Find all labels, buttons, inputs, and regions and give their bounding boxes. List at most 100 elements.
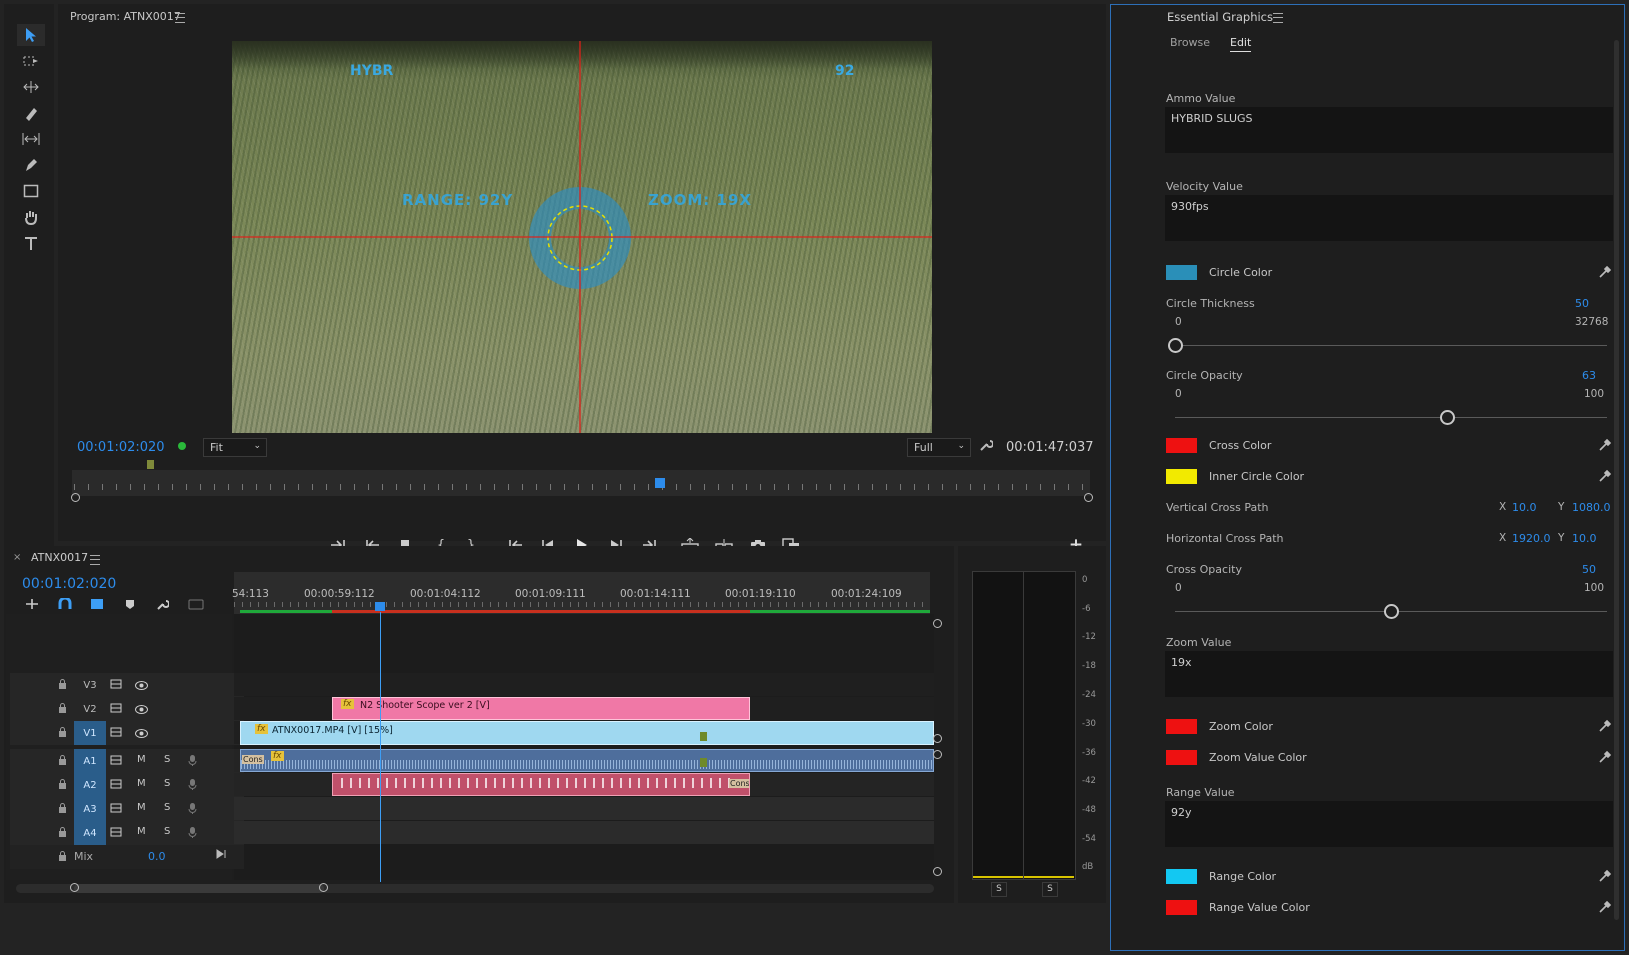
circle-opacity-slider-track[interactable]	[1175, 417, 1607, 418]
eyedropper-icon[interactable]	[1598, 750, 1612, 764]
track-label[interactable]: A2	[74, 773, 106, 797]
zoom-value-field[interactable]: 19x	[1165, 651, 1613, 697]
clip-v2-graphic[interactable]: fx N2 Shooter Scope ver 2 [V]	[332, 697, 750, 720]
timeline-ruler[interactable]: 54:113 00:00:59:112 00:01:04:112 00:01:0…	[232, 572, 930, 614]
wrench-icon[interactable]	[979, 438, 994, 455]
cross-color-swatch[interactable]	[1166, 438, 1197, 453]
meter-solo-left-button[interactable]: S	[991, 882, 1007, 897]
microphone-icon[interactable]	[188, 754, 197, 770]
velocity-value-field[interactable]: 930fps	[1165, 195, 1613, 241]
clip-a1-audio[interactable]: Cons fx	[240, 749, 934, 772]
toggle-sync-icon[interactable]	[110, 679, 122, 692]
clip-a2-audio[interactable]: Cons	[332, 773, 750, 796]
mix-value[interactable]: 0.0	[148, 850, 166, 863]
quality-dropdown[interactable]: Full ⌄	[907, 438, 971, 457]
transition-tag[interactable]: Cons	[242, 755, 264, 764]
lock-icon[interactable]	[58, 727, 67, 740]
ruler-playhead[interactable]	[375, 602, 385, 611]
program-scrubber[interactable]	[72, 470, 1090, 496]
program-current-timecode[interactable]: 00:01:02:020	[77, 440, 165, 455]
clip-v1-video[interactable]: fx ATNX0017.MP4 [V] [15%]	[240, 721, 934, 745]
go-to-end-icon[interactable]	[216, 849, 228, 862]
type-tool-icon[interactable]	[17, 232, 45, 254]
ammo-value-field[interactable]: HYBRID SLUGS	[1165, 107, 1613, 153]
mute-button[interactable]: M	[137, 754, 146, 765]
insert-sequence-icon[interactable]	[25, 598, 39, 613]
linked-selection-icon[interactable]	[90, 598, 104, 613]
lock-icon[interactable]	[58, 779, 67, 792]
lock-icon[interactable]	[58, 679, 67, 692]
vertical-scroll-handle-bottom[interactable]	[933, 867, 942, 876]
track-label[interactable]: V2	[74, 697, 106, 721]
vertical-cross-y-value[interactable]: 1080.0	[1572, 501, 1611, 514]
program-video-frame[interactable]: HYBR 92 RANGE: 92Y ZOOM: 19X	[232, 41, 932, 433]
timeline-playhead-line[interactable]	[380, 612, 381, 882]
clip-marker[interactable]	[700, 732, 707, 741]
solo-button[interactable]: S	[164, 826, 170, 837]
toggle-sync-icon[interactable]	[110, 755, 122, 768]
scrubber-playhead[interactable]	[655, 478, 665, 488]
eyedropper-icon[interactable]	[1598, 469, 1612, 483]
vertical-cross-x-value[interactable]: 10.0	[1512, 501, 1537, 514]
vertical-scroll-handle-mid[interactable]	[933, 734, 942, 743]
toggle-sync-icon[interactable]	[110, 803, 122, 816]
tab-edit[interactable]: Edit	[1230, 36, 1252, 52]
program-menu-icon[interactable]	[175, 13, 185, 23]
zoom-handle-left[interactable]	[71, 493, 80, 502]
eyedropper-icon[interactable]	[1598, 900, 1612, 914]
timeline-settings-wrench-icon[interactable]	[156, 598, 170, 614]
snap-magnet-icon[interactable]	[58, 596, 72, 613]
pen-tool-icon[interactable]	[17, 154, 45, 176]
track-select-tool-icon[interactable]	[17, 50, 45, 72]
circle-thickness-value[interactable]: 50	[1575, 297, 1589, 310]
toggle-sync-icon[interactable]	[110, 703, 122, 716]
eg-menu-icon[interactable]	[1273, 13, 1283, 23]
in-marker[interactable]	[147, 460, 154, 469]
eye-icon[interactable]	[135, 680, 148, 693]
slip-tool-icon[interactable]	[17, 128, 45, 150]
range-color-swatch[interactable]	[1166, 869, 1197, 884]
scroll-handle-left[interactable]	[70, 883, 79, 892]
lock-icon[interactable]	[58, 803, 67, 816]
range-value-color-swatch[interactable]	[1166, 900, 1197, 915]
close-icon[interactable]: ×	[13, 552, 21, 563]
horizontal-scroll-thumb[interactable]	[74, 884, 324, 893]
circle-opacity-value[interactable]: 63	[1582, 369, 1596, 382]
lock-icon[interactable]	[58, 755, 67, 768]
mute-button[interactable]: M	[137, 778, 146, 789]
microphone-icon[interactable]	[188, 778, 197, 794]
circle-thickness-slider-track[interactable]	[1175, 345, 1607, 346]
solo-button[interactable]: S	[164, 802, 170, 813]
toggle-sync-icon[interactable]	[110, 827, 122, 840]
eg-scrollbar[interactable]	[1614, 40, 1619, 920]
eye-icon[interactable]	[135, 704, 148, 717]
add-marker-icon[interactable]	[125, 599, 135, 613]
eyedropper-icon[interactable]	[1598, 719, 1612, 733]
vertical-scroll-handle-mid2[interactable]	[933, 750, 942, 759]
timeline-menu-icon[interactable]	[90, 555, 100, 565]
ripple-edit-tool-icon[interactable]	[17, 76, 45, 98]
horizontal-cross-y-value[interactable]: 10.0	[1572, 532, 1597, 545]
zoom-handle-right[interactable]	[1084, 493, 1093, 502]
scroll-handle-right[interactable]	[319, 883, 328, 892]
horizontal-cross-x-value[interactable]: 1920.0	[1512, 532, 1551, 545]
selection-tool-icon[interactable]	[17, 24, 45, 46]
zoom-value-color-swatch[interactable]	[1166, 750, 1197, 765]
zoom-color-swatch[interactable]	[1166, 719, 1197, 734]
microphone-icon[interactable]	[188, 826, 197, 842]
rectangle-tool-icon[interactable]	[17, 180, 45, 202]
vertical-scroll-handle-top[interactable]	[933, 619, 942, 628]
razor-tool-icon[interactable]	[17, 102, 45, 124]
solo-button[interactable]: S	[164, 754, 170, 765]
track-label[interactable]: V1	[74, 721, 106, 745]
solo-button[interactable]: S	[164, 778, 170, 789]
track-label[interactable]: A3	[74, 797, 106, 821]
cross-opacity-value[interactable]: 50	[1582, 563, 1596, 576]
cross-opacity-slider-handle[interactable]	[1383, 604, 1399, 619]
captions-icon[interactable]	[188, 599, 204, 613]
sequence-tab-label[interactable]: ATNX0017	[31, 551, 88, 564]
meter-solo-right-button[interactable]: S	[1042, 882, 1058, 897]
timeline-timecode[interactable]: 00:01:02:020	[22, 576, 116, 592]
track-label[interactable]: V3	[74, 673, 106, 697]
hand-tool-icon[interactable]	[17, 206, 45, 228]
